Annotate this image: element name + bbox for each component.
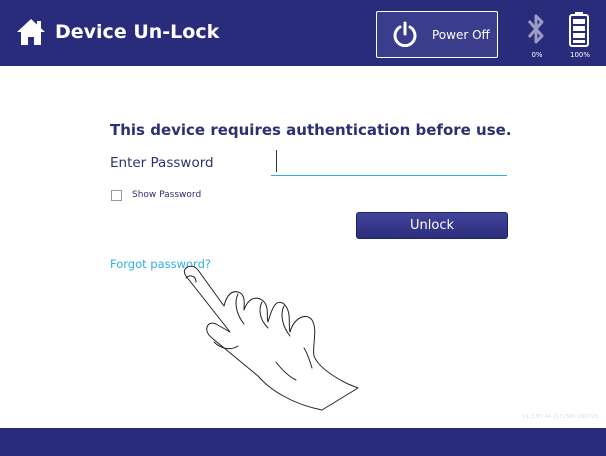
page-title: Device Un-Lock	[55, 21, 220, 43]
bluetooth-level: 0%	[531, 51, 543, 59]
power-off-label: Power Off	[432, 28, 490, 42]
power-icon	[393, 21, 417, 48]
auth-prompt: This device requires authentication befo…	[110, 121, 512, 139]
battery-icon	[569, 12, 589, 47]
text-caret	[276, 150, 277, 172]
pointing-hand-icon	[184, 265, 359, 411]
show-password-checkbox[interactable]	[111, 190, 122, 201]
home-icon[interactable]	[16, 18, 46, 46]
power-off-button[interactable]: Power Off	[376, 11, 498, 58]
header-bar: Device Un-Lock Power Off 0% 100%	[0, 0, 606, 66]
version-label: v1.3.97.44 (17256) 190723	[522, 414, 598, 420]
password-label: Enter Password	[110, 155, 214, 171]
footer-bar	[0, 428, 606, 456]
unlock-button[interactable]: Unlock	[356, 212, 508, 239]
show-password-label[interactable]: Show Password	[132, 188, 201, 202]
password-input[interactable]	[271, 146, 507, 176]
bluetooth-icon	[527, 14, 544, 44]
battery-level: 100%	[569, 51, 590, 59]
